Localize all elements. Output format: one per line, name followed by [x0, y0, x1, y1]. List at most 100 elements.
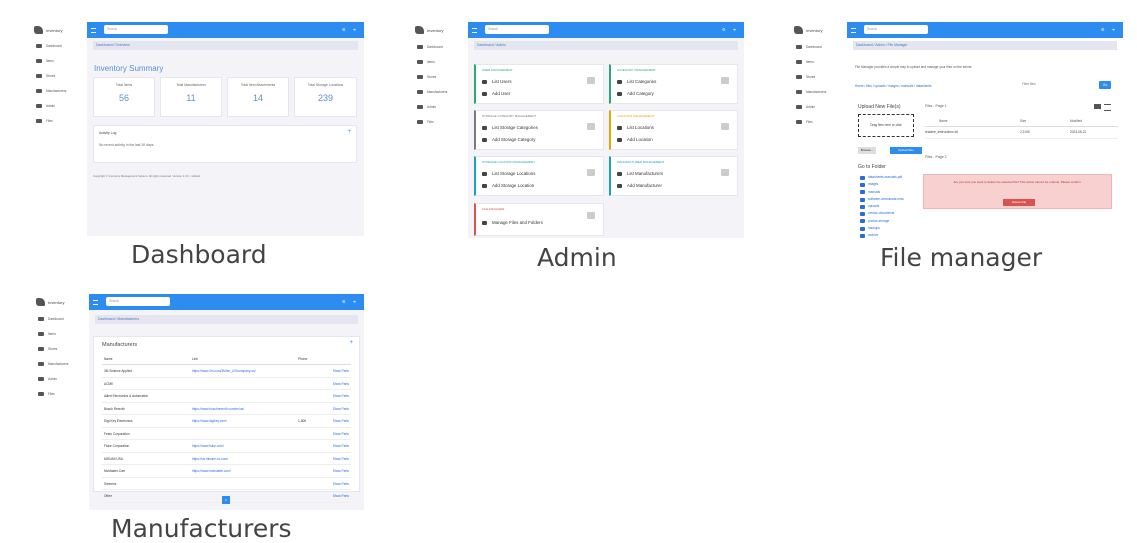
filter-input[interactable]: Filter files: [1022, 82, 1092, 89]
topbar-icons[interactable]: ⚙ ➜: [342, 299, 359, 304]
nav-dashboard[interactable]: Dashboard: [796, 45, 822, 49]
nav-admin[interactable]: Admin: [796, 105, 815, 109]
nav-admin[interactable]: Admin: [36, 104, 55, 108]
folder-icon: [38, 362, 44, 366]
nav-manufacturers[interactable]: Manufacturers: [796, 90, 826, 94]
folder-item[interactable]: vendor-documents: [860, 210, 904, 217]
nav-stores[interactable]: Stores: [796, 75, 815, 79]
nav-files[interactable]: Files: [36, 119, 53, 123]
search-input[interactable]: Search: [104, 25, 168, 34]
folder-item[interactable]: software-downloads-misc: [860, 196, 904, 203]
topbar-icons[interactable]: ⚙ ➜: [342, 27, 359, 32]
show-parts-link[interactable]: Show Parts: [333, 494, 349, 498]
nav-admin[interactable]: Admin: [38, 377, 57, 381]
add-storage-category-link[interactable]: Add Storage Category: [482, 137, 535, 142]
show-parts-link[interactable]: Show Parts: [333, 382, 349, 386]
pagination-page-1[interactable]: 1: [222, 496, 230, 504]
show-parts-link[interactable]: Show Parts: [333, 394, 349, 398]
nav-items[interactable]: Items: [796, 60, 814, 64]
nav-stores[interactable]: Stores: [417, 75, 436, 79]
folder-item[interactable]: datasheets-manuals-pdf: [860, 174, 904, 181]
browse-button[interactable]: Browse...: [858, 147, 876, 154]
folder-item[interactable]: uploads: [860, 203, 904, 210]
list-storage-categories-link[interactable]: List Storage Categories: [482, 125, 538, 130]
manufacturer-link[interactable]: https://www.digikey.com/: [192, 419, 227, 423]
manufacturer-name: Allied Electronics & Automation: [104, 394, 149, 398]
manufacturer-link[interactable]: https://www.fluke.com/: [192, 444, 224, 448]
upload-button[interactable]: Upload files: [890, 147, 922, 154]
show-parts-link[interactable]: Show Parts: [333, 407, 349, 411]
go-button[interactable]: Go: [1099, 81, 1111, 89]
folder-item[interactable]: backups: [860, 225, 904, 232]
show-parts-link[interactable]: Show Parts: [333, 469, 349, 473]
show-parts-link[interactable]: Show Parts: [333, 369, 349, 373]
list-manufacturers-link[interactable]: List Manufacturers: [617, 171, 663, 176]
nav-dashboard[interactable]: Dashboard: [36, 44, 62, 48]
folder-item[interactable]: photos-storage: [860, 218, 904, 225]
app-logo: Inventory: [794, 26, 822, 34]
dashboard-icon: [796, 45, 802, 49]
alert-box: Are you sure you want to delete the sele…: [923, 174, 1112, 209]
nav-stores[interactable]: Stores: [38, 347, 57, 351]
nav-files[interactable]: Files: [796, 120, 813, 124]
search-input[interactable]: Search: [864, 25, 928, 34]
show-parts-link[interactable]: Show Parts: [333, 457, 349, 461]
manufacturer-link[interactable]: https://www.3m.com/3M/en_US/company-us/: [192, 369, 256, 373]
list-categories-link[interactable]: List Categories: [617, 79, 656, 84]
show-parts-link[interactable]: Show Parts: [333, 432, 349, 436]
folder-item[interactable]: archive: [860, 232, 904, 239]
nav-manufacturers[interactable]: Manufacturers: [36, 89, 66, 93]
nav-files[interactable]: Files: [38, 392, 55, 396]
nav-manufacturers[interactable]: Manufacturers: [417, 90, 447, 94]
manufacturer-link[interactable]: https://us.misumi-ec.com/: [192, 457, 228, 461]
menu-icon[interactable]: [851, 28, 856, 33]
nav-dashboard[interactable]: Dashboard: [417, 45, 443, 49]
file-row[interactable]: readme_instructions.txt 2.3 KB 2023-05-2…: [925, 128, 1118, 139]
nav-items[interactable]: Items: [38, 332, 56, 336]
show-parts-link[interactable]: Show Parts: [333, 444, 349, 448]
add-icon[interactable]: +: [347, 129, 351, 135]
search-input[interactable]: Search: [485, 25, 549, 34]
add-manufacturer-icon[interactable]: +: [349, 340, 353, 346]
main-content: Search ⚙ ➜ Dashboard / Overview Inventor…: [87, 22, 364, 236]
add-manufacturer-link[interactable]: Add Manufacturer: [617, 183, 662, 188]
grid-view-icon[interactable]: [1094, 104, 1101, 109]
nav-admin[interactable]: Admin: [417, 105, 436, 109]
folder-icon: [482, 220, 487, 225]
path-breadcrumb[interactable]: Home / files / uploads / images / manual…: [855, 84, 932, 88]
nav-files[interactable]: Files: [417, 120, 434, 124]
list-storage-locations-link[interactable]: List Storage Locations: [482, 171, 535, 176]
add-user-link[interactable]: Add User: [482, 91, 510, 96]
search-input[interactable]: Search: [106, 297, 170, 306]
add-user-icon: [482, 91, 487, 96]
menu-icon[interactable]: [91, 28, 96, 33]
file-manager-screenshot: Inventory Dashboard Items Stores Manufac…: [790, 22, 1123, 239]
folder-icon: [482, 125, 487, 130]
add-storage-location-link[interactable]: Add Storage Location: [482, 183, 534, 188]
topbar-icons[interactable]: ⚙ ➜: [1101, 27, 1118, 32]
topbar-icons[interactable]: ⚙ ➜: [722, 27, 739, 32]
nav-manufacturers[interactable]: Manufacturers: [38, 362, 68, 366]
admin-card-users: USER MANAGEMENT List Users Add User: [474, 64, 604, 104]
delete-file-button[interactable]: Delete File: [1003, 199, 1035, 206]
table-row: Festo Corporation Show Parts: [102, 428, 351, 440]
folder-item[interactable]: manuals: [860, 189, 904, 196]
manage-files-link[interactable]: Manage Files and Folders: [482, 220, 543, 225]
menu-icon[interactable]: [93, 300, 98, 305]
menu-icon[interactable]: [472, 28, 477, 33]
list-view-icon[interactable]: [1104, 104, 1111, 111]
drop-zone[interactable]: Drag files here or click: [858, 114, 914, 137]
list-users-link[interactable]: List Users: [482, 79, 512, 84]
nav-stores[interactable]: Stores: [36, 74, 55, 78]
add-category-link[interactable]: Add Category: [617, 91, 654, 96]
nav-dashboard[interactable]: Dashboard: [38, 317, 64, 321]
folder-item[interactable]: images: [860, 181, 904, 188]
list-locations-link[interactable]: List Locations: [617, 125, 654, 130]
show-parts-link[interactable]: Show Parts: [333, 419, 349, 423]
nav-items[interactable]: Items: [417, 60, 435, 64]
show-parts-link[interactable]: Show Parts: [333, 482, 349, 486]
manufacturer-link[interactable]: https://www.mcmaster.com/: [192, 469, 231, 473]
nav-items[interactable]: Items: [36, 59, 54, 63]
manufacturer-link[interactable]: https://www.boschrexroth.com/en/us/: [192, 407, 244, 411]
add-location-link[interactable]: Add Location: [617, 137, 653, 142]
